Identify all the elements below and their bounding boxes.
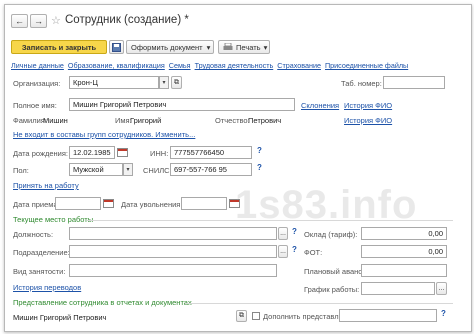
copy-icon: ⧉ [239,312,244,319]
sex-dropdown-button[interactable]: ▾ [123,163,133,176]
representation-section-title: Представление сотрудника в отчетах и док… [13,298,192,307]
salary-field[interactable]: 0,00 [361,227,447,240]
org-dropdown-button[interactable]: ▾ [159,76,169,89]
section-divider [87,220,453,221]
representation-copy-button[interactable]: ⧉ [236,310,247,322]
save-button[interactable] [109,40,124,54]
representation-help-icon[interactable]: ? [441,309,446,318]
schedule-field[interactable] [361,282,435,295]
back-button[interactable]: ← [11,14,28,28]
tab-bar: Личные данные Образование, квалификация … [11,61,408,70]
tab-number-field[interactable] [383,76,445,89]
org-label: Организация: [13,79,61,88]
patronymic-label: Отчество: [215,116,250,125]
dismiss-date-label: Дата увольнения: [121,200,183,209]
hire-date-label: Дата приема: [13,200,60,209]
extend-representation-checkbox[interactable] [252,312,260,320]
dropdown-arrow-icon: ▾ [263,42,268,52]
print-label: Печать [236,42,261,52]
department-label: Подразделение: [13,248,70,257]
save-close-button[interactable]: Записать и закрыть [11,40,107,54]
hire-link[interactable]: Принять на работу [13,181,79,190]
floppy-icon [112,42,121,52]
star-icon[interactable]: ☆ [51,14,61,27]
position-field[interactable] [69,227,277,240]
watermark: 1s83.info [235,183,418,227]
department-select-button[interactable]: ... [278,245,288,258]
create-document-label: Оформить документ [131,42,203,52]
tab-work-history[interactable]: Трудовая деятельность [195,61,274,70]
calendar-icon[interactable] [103,199,114,208]
tab-family[interactable]: Семья [169,61,191,70]
position-label: Должность: [13,230,54,239]
transfers-history-link[interactable]: История переводов [13,283,81,292]
org-field[interactable]: Крон-Ц [69,76,159,89]
tab-insurance[interactable]: Страхование [277,61,321,70]
groups-link[interactable]: Не входит в составы групп сотрудников. И… [13,130,195,139]
tab-attached-files[interactable]: Присоединенные файлы [325,61,408,70]
position-select-button[interactable]: ... [278,227,288,240]
tab-personal[interactable]: Личные данные [11,61,64,70]
current-work-section-title: Текущее место работы [13,215,94,224]
birth-date-field[interactable]: 12.02.1985 [69,146,115,159]
tab-education[interactable]: Образование, квалификация [68,61,165,70]
declension-link[interactable]: Склонения [301,101,339,110]
schedule-select-button[interactable]: ... [436,282,447,295]
calendar-icon[interactable] [117,148,128,157]
ellipsis-icon: ... [280,248,286,255]
inn-field[interactable]: 777557766450 [170,146,252,159]
representation-value: Мишин Григорий Петрович [13,313,107,322]
inn-label: ИНН: [150,149,169,158]
fio-history-link[interactable]: История ФИО [344,101,392,110]
hire-date-field[interactable] [55,197,101,210]
org-open-button[interactable]: ⧉ [171,76,182,89]
dismiss-date-field[interactable] [181,197,227,210]
printer-icon [223,43,233,50]
surname-value: Мишин [43,116,68,125]
snils-help-icon[interactable]: ? [257,163,262,172]
sex-select[interactable]: Мужской [69,163,123,176]
fullname-field[interactable]: Мишин Григорий Петрович [69,98,295,111]
name-value: Григорий [130,116,162,125]
birth-date-label: Дата рождения: [13,149,68,158]
advance-label: Плановый аванс: [304,267,365,276]
dropdown-arrow-icon: ▾ [206,42,211,52]
copy-icon: ⧉ [174,78,179,86]
chevron-down-icon: ▾ [162,80,166,86]
inn-help-icon[interactable]: ? [257,146,262,155]
arrow-left-icon: ← [15,16,24,26]
fio-history-link-2[interactable]: История ФИО [344,116,392,125]
representation-extra-field[interactable] [339,309,437,322]
forward-button[interactable]: → [30,14,47,28]
patronymic-value: Петрович [248,116,282,125]
fullname-label: Полное имя: [13,101,57,110]
create-document-button[interactable]: Оформить документ ▾ [126,40,214,54]
schedule-label: График работы: [304,285,360,294]
surname-label: Фамилия: [13,116,47,125]
salary-label: Оклад (тариф): [304,230,358,239]
print-button[interactable]: Печать ▾ [218,40,270,54]
arrow-right-icon: → [34,16,43,26]
snils-field[interactable]: 697-557-766 95 [170,163,252,176]
ellipsis-icon: ... [438,285,445,292]
position-help-icon[interactable]: ? [292,227,297,236]
section-divider [185,303,453,304]
sex-label: Пол: [13,166,29,175]
snils-label: СНИЛС: [143,166,172,175]
employment-type-field[interactable] [69,264,277,277]
chevron-down-icon: ▾ [126,167,130,173]
department-field[interactable] [69,245,277,258]
fot-field[interactable]: 0,00 [361,245,447,258]
page-title: Сотрудник (создание) * [65,14,189,26]
ellipsis-icon: ... [280,230,286,237]
employee-window: ← → ☆ Сотрудник (создание) * Записать и … [4,4,472,332]
department-help-icon[interactable]: ? [292,245,297,254]
advance-field[interactable] [361,264,447,277]
fot-label: ФОТ: [304,248,323,257]
tab-number-label: Таб. номер: [341,79,382,88]
employment-type-label: Вид занятости: [13,267,66,276]
